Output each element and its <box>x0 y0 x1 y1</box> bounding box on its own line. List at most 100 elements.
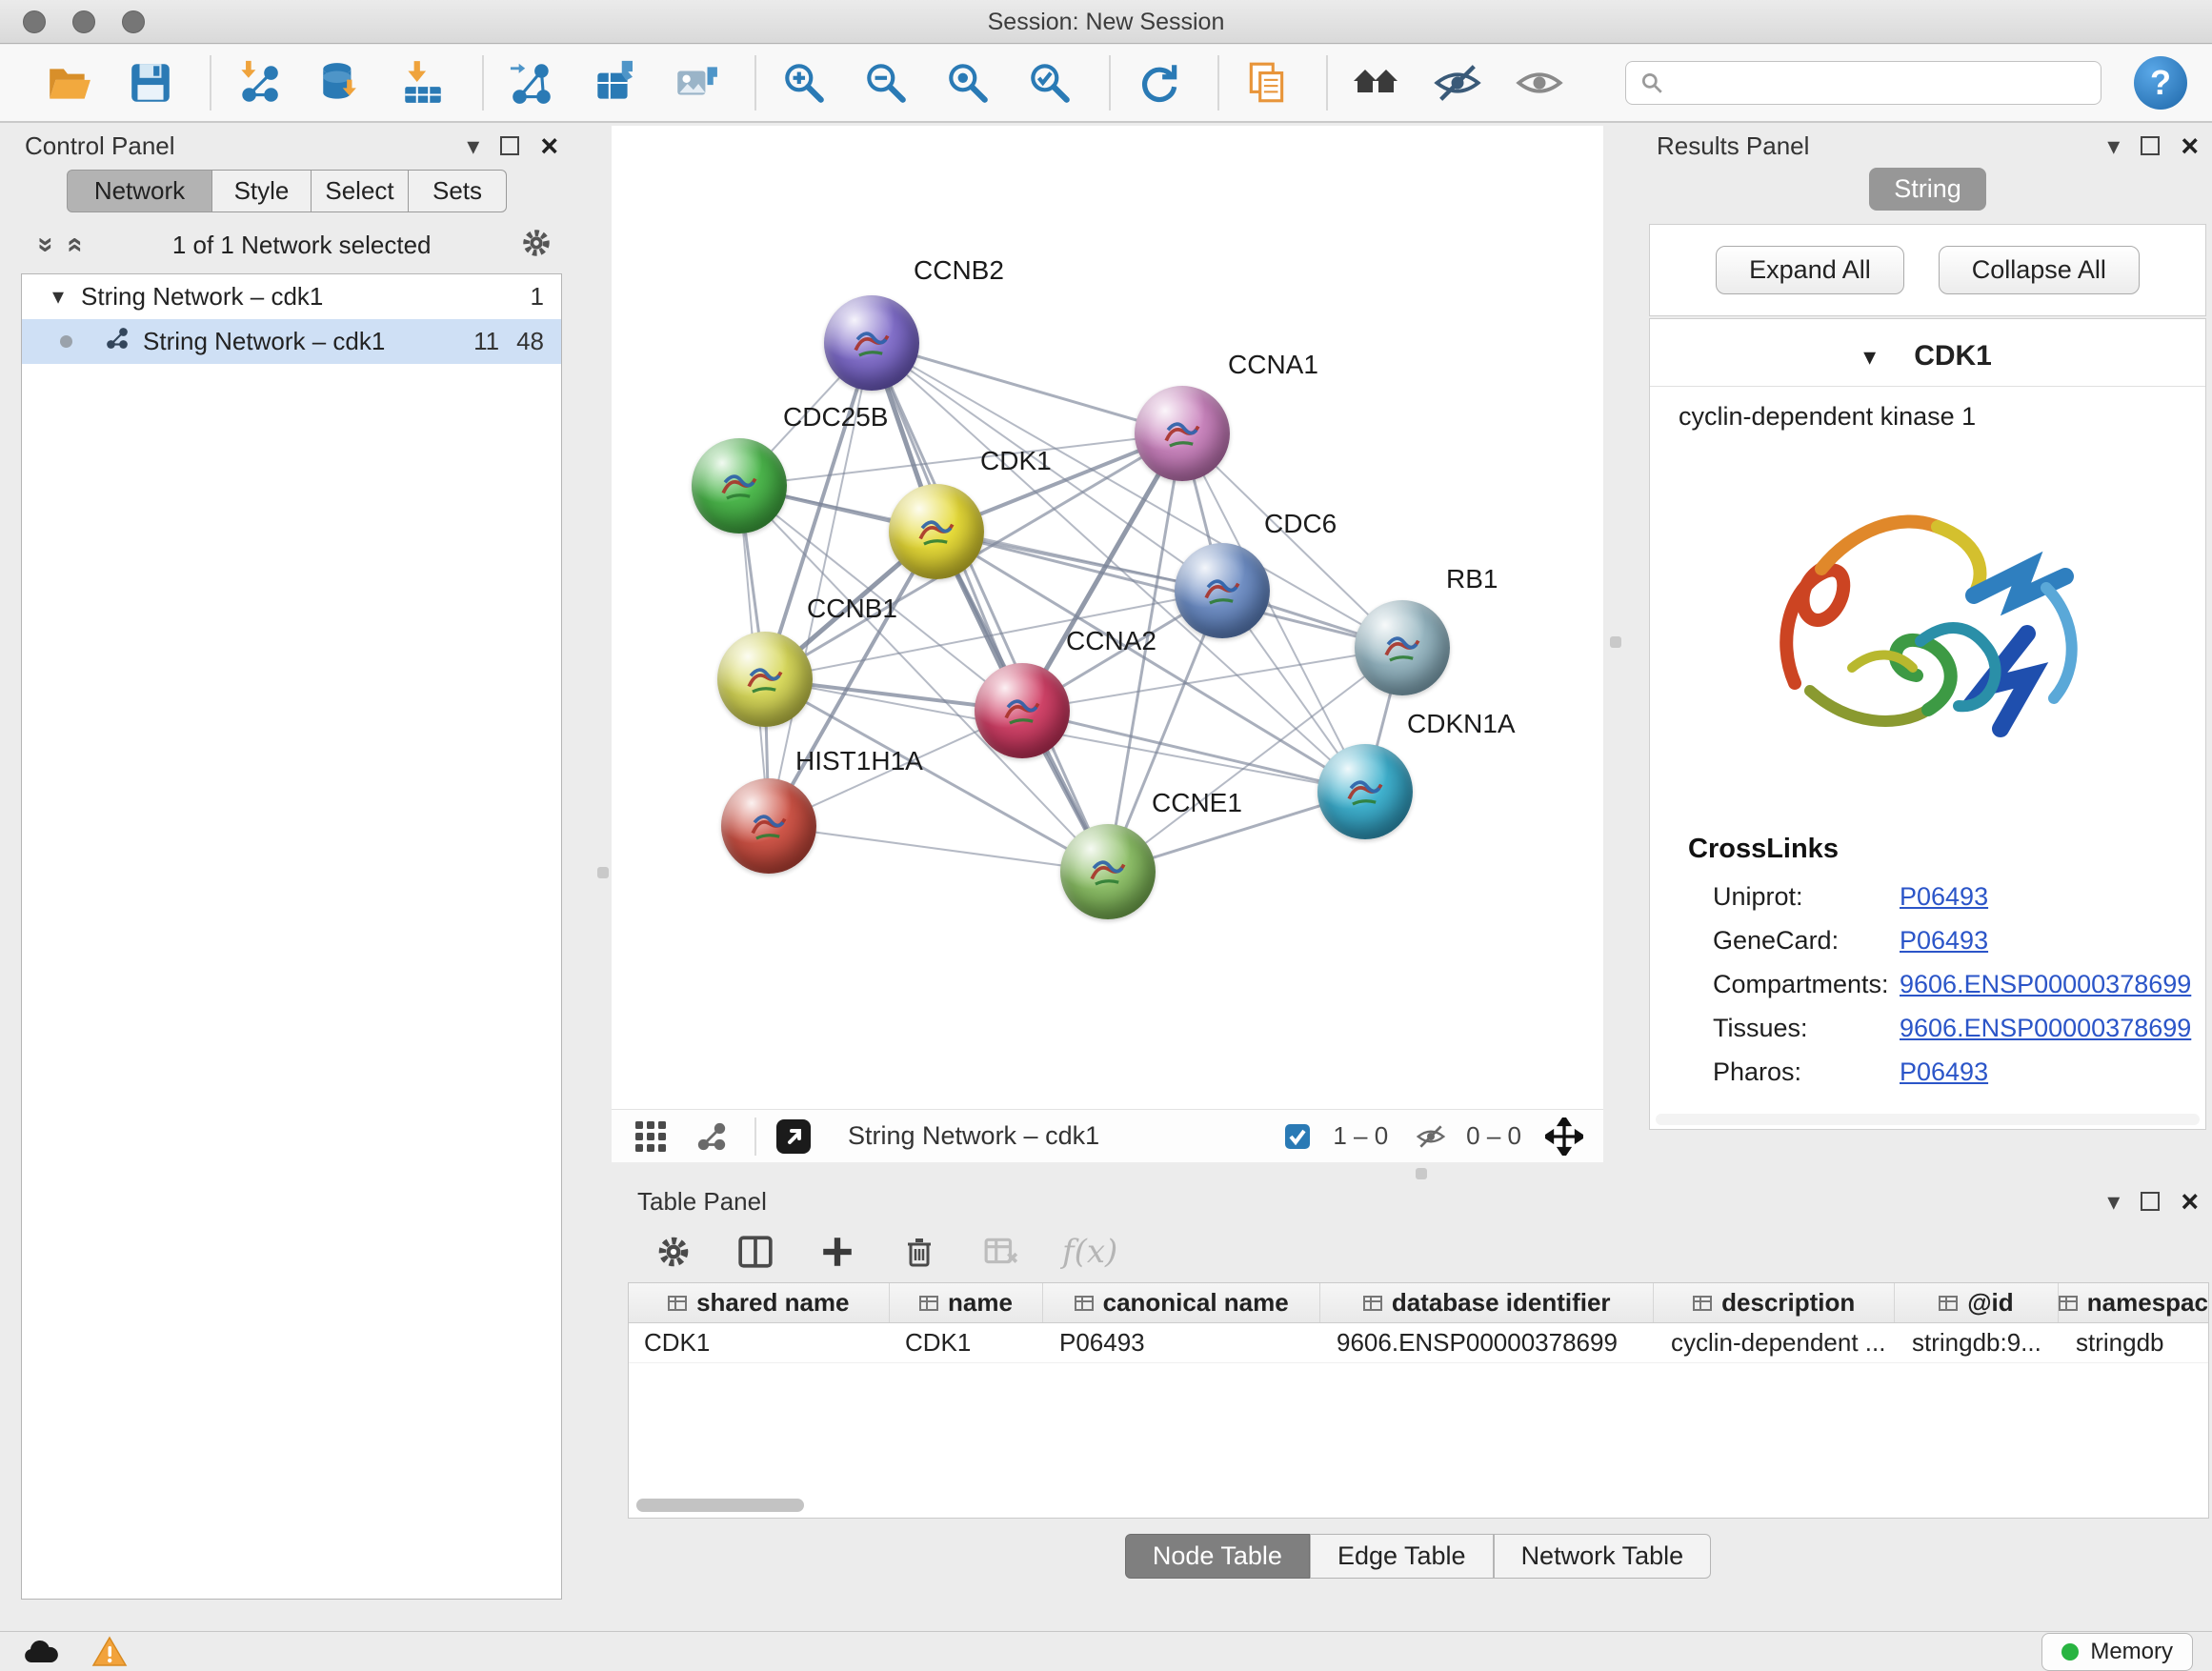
add-column-icon[interactable] <box>816 1231 858 1273</box>
table-options-gear-icon[interactable] <box>653 1231 694 1273</box>
copy-document-icon[interactable] <box>1240 56 1294 110</box>
network-canvas[interactable]: CCNB2CCNA1CDC25BCDK1CDC6RB1CCNB1CCNA2CDK… <box>612 126 1603 1109</box>
collapse-all-networks-icon[interactable]: « <box>59 237 91 253</box>
collapse-all-button[interactable]: Collapse All <box>1939 246 2140 294</box>
crosslink-link[interactable]: P06493 <box>1900 926 1988 956</box>
panel-close-icon[interactable]: × <box>2181 136 2199 155</box>
zoom-selected-icon[interactable] <box>1023 56 1076 110</box>
panel-close-icon[interactable]: × <box>2181 1192 2199 1211</box>
network-node-CCNE1[interactable] <box>1060 824 1156 919</box>
tab-style[interactable]: Style <box>212 170 312 212</box>
table-horizontal-scrollbar[interactable] <box>636 1499 804 1512</box>
crosslink-link[interactable]: P06493 <box>1900 1057 1988 1087</box>
delete-column-icon[interactable] <box>898 1231 940 1273</box>
tab-edge-table[interactable]: Edge Table <box>1310 1534 1494 1579</box>
column-header-id[interactable]: @id <box>1895 1283 2059 1322</box>
network-options-gear-icon[interactable] <box>520 227 553 264</box>
horizontal-scrollbar[interactable] <box>1656 1114 2200 1125</box>
network-node-label: CDC6 <box>1264 509 1337 539</box>
bottom-splitter-handle[interactable] <box>1416 1168 1427 1179</box>
right-splitter-handle[interactable] <box>1610 636 1621 648</box>
hide-graphics-icon[interactable] <box>1431 56 1484 110</box>
zoom-out-icon[interactable] <box>859 56 913 110</box>
zoom-fit-icon[interactable] <box>941 56 995 110</box>
search-input[interactable] <box>1674 70 2087 96</box>
window-minimize-button[interactable] <box>72 10 95 33</box>
birdseye-view-icon[interactable] <box>690 1115 734 1158</box>
expand-all-button[interactable]: Expand All <box>1716 246 1904 294</box>
warning-icon[interactable] <box>88 1633 131 1671</box>
column-header-description[interactable]: description <box>1654 1283 1895 1322</box>
column-header-namespace[interactable]: namespac <box>2059 1283 2208 1322</box>
expand-all-networks-icon[interactable]: » <box>30 237 62 253</box>
window-zoom-button[interactable] <box>122 10 145 33</box>
import-table-icon[interactable] <box>396 56 450 110</box>
network-edge[interactable] <box>936 532 1402 648</box>
import-network-file-icon[interactable] <box>232 56 286 110</box>
section-collapse-icon[interactable]: ▾ <box>1863 342 1876 372</box>
table-toolbar: f(x) <box>624 1221 2212 1282</box>
crosslink-link[interactable]: 9606.ENSP00000378699 <box>1900 1014 2191 1043</box>
panel-maximize-icon[interactable] <box>2141 136 2160 155</box>
memory-button[interactable]: Memory <box>2041 1633 2193 1671</box>
network-node-CCNB1[interactable] <box>717 632 813 727</box>
panel-float-icon[interactable]: ▾ <box>467 131 479 161</box>
column-header-database-identifier[interactable]: database identifier <box>1320 1283 1654 1322</box>
home-networks-icon[interactable] <box>1349 56 1402 110</box>
tab-network-table[interactable]: Network Table <box>1494 1534 1712 1579</box>
network-node-RB1[interactable] <box>1355 600 1450 695</box>
refresh-icon[interactable] <box>1132 56 1185 110</box>
network-collection-row[interactable]: ▾ String Network – cdk1 1 <box>22 274 561 319</box>
export-image-icon[interactable] <box>669 56 722 110</box>
open-in-browser-icon[interactable] <box>772 1115 815 1158</box>
column-header-name[interactable]: name <box>890 1283 1044 1322</box>
network-edge[interactable] <box>872 343 1108 872</box>
network-node-CDC6[interactable] <box>1175 543 1270 638</box>
network-node-CCNA1[interactable] <box>1135 386 1230 481</box>
show-graphics-icon[interactable] <box>1513 56 1566 110</box>
table-row[interactable]: CDK1 CDK1 P06493 9606.ENSP00000378699 cy… <box>629 1323 2208 1363</box>
protein-name: CDK1 <box>1914 340 1992 372</box>
window-close-button[interactable] <box>23 10 46 33</box>
network-node-CDC25B[interactable] <box>692 438 787 534</box>
panel-close-icon[interactable]: × <box>540 136 558 155</box>
pan-move-icon[interactable] <box>1542 1115 1586 1158</box>
column-header-shared-name[interactable]: shared name <box>629 1283 890 1322</box>
clone-network-icon[interactable] <box>587 56 640 110</box>
network-node-HIST1H1A[interactable] <box>721 778 816 874</box>
crosslink-link[interactable]: P06493 <box>1900 882 1988 912</box>
import-network-database-icon[interactable] <box>314 56 368 110</box>
network-edge[interactable] <box>1022 711 1365 792</box>
network-edge[interactable] <box>769 826 1108 872</box>
new-network-from-selection-icon[interactable] <box>505 56 558 110</box>
table-tabs: Node Table Edge Table Network Table <box>624 1534 2212 1579</box>
network-edge[interactable] <box>1022 648 1402 711</box>
zoom-in-icon[interactable] <box>777 56 831 110</box>
network-node-CDKN1A[interactable] <box>1317 744 1413 839</box>
save-session-icon[interactable] <box>124 56 177 110</box>
crosslink-link[interactable]: 9606.ENSP00000378699 <box>1900 970 2191 999</box>
tab-select[interactable]: Select <box>312 170 409 212</box>
network-node-CCNA2[interactable] <box>975 663 1070 758</box>
collection-expand-icon[interactable]: ▾ <box>52 283 64 311</box>
panel-float-icon[interactable]: ▾ <box>2107 1187 2120 1217</box>
cloud-icon[interactable] <box>19 1633 63 1671</box>
crosslink-label: GeneCard: <box>1713 926 1900 956</box>
network-row-selected[interactable]: String Network – cdk1 11 48 <box>22 319 561 364</box>
panel-maximize-icon[interactable] <box>500 136 519 155</box>
show-columns-icon[interactable] <box>734 1231 776 1273</box>
grid-view-icon[interactable] <box>629 1115 673 1158</box>
tab-sets[interactable]: Sets <box>409 170 507 212</box>
tab-string[interactable]: String <box>1869 168 1986 211</box>
network-node-CDK1[interactable] <box>889 484 984 579</box>
column-header-canonical-name[interactable]: canonical name <box>1043 1283 1320 1322</box>
network-node-CCNB2[interactable] <box>824 295 919 391</box>
open-session-icon[interactable] <box>42 56 95 110</box>
left-splitter-handle[interactable] <box>597 867 609 878</box>
panel-float-icon[interactable]: ▾ <box>2107 131 2120 161</box>
tab-network[interactable]: Network <box>67 170 212 212</box>
search-box[interactable] <box>1625 61 2101 105</box>
help-icon[interactable]: ? <box>2134 56 2187 110</box>
tab-node-table[interactable]: Node Table <box>1125 1534 1310 1579</box>
panel-maximize-icon[interactable] <box>2141 1192 2160 1211</box>
